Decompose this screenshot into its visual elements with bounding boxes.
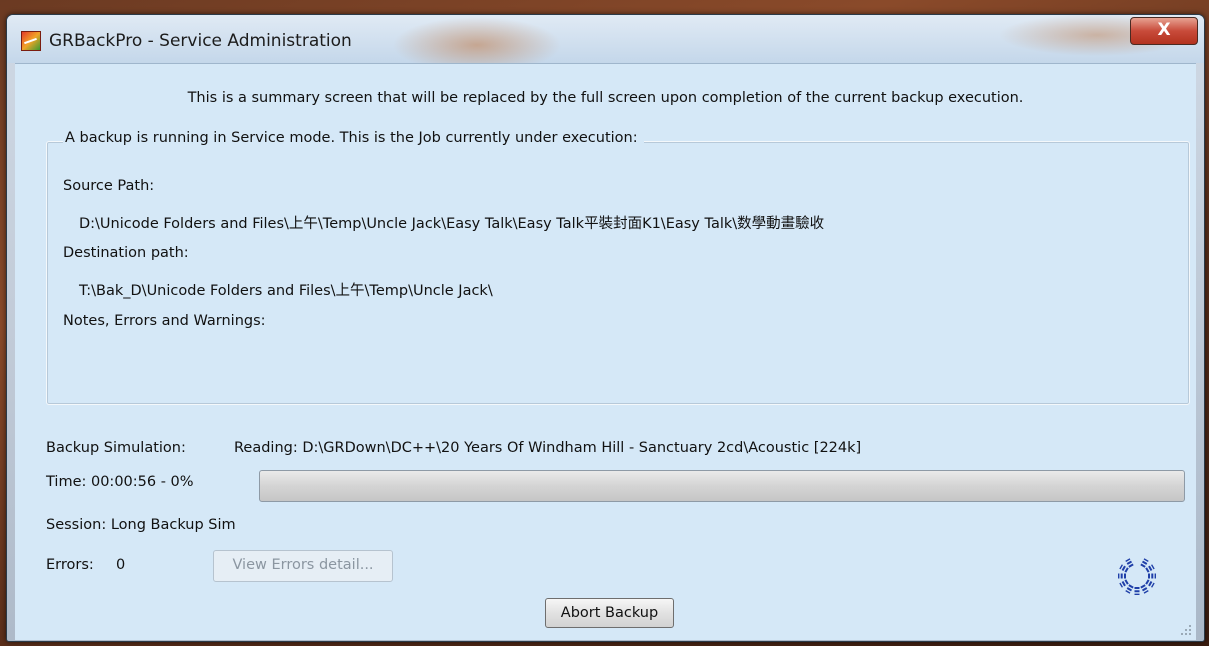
view-errors-button[interactable]: View Errors detail... — [213, 550, 393, 582]
spinner-segment — [1119, 564, 1129, 573]
spinner-segment — [1125, 558, 1134, 568]
job-group-legend: A backup is running in Service mode. Thi… — [63, 130, 644, 146]
job-group-box — [46, 141, 1190, 405]
app-icon — [21, 31, 41, 51]
source-path-value: D:\Unicode Folders and Files\上午\Temp\Unc… — [79, 216, 825, 232]
backup-progress-bar — [259, 470, 1185, 502]
spinner-segment — [1140, 584, 1149, 594]
summary-text: This is a summary screen that will be re… — [187, 90, 1024, 106]
notes-label: Notes, Errors and Warnings: — [63, 313, 266, 329]
time-readout: Time: 00:00:56 - 0% — [46, 474, 194, 490]
source-path-label: Source Path: — [63, 178, 155, 194]
title-bar[interactable]: GRBackPro - Service Administration X — [7, 15, 1204, 63]
dialog-client-area: This is a summary screen that will be re… — [15, 63, 1196, 640]
spinner-segment — [1145, 579, 1155, 588]
spinner-segment — [1119, 579, 1129, 588]
errors-count: 0 — [116, 557, 126, 573]
errors-label: Errors: — [46, 557, 94, 573]
destination-path-label: Destination path: — [63, 245, 189, 261]
resize-grip-icon[interactable] — [1180, 624, 1192, 636]
close-button[interactable]: X — [1130, 17, 1198, 45]
backup-simulation-label: Backup Simulation: — [46, 440, 186, 456]
spinner-segment — [1145, 564, 1155, 573]
destination-path-value: T:\Bak_D\Unicode Folders and Files\上午\Te… — [79, 283, 493, 299]
window-title: GRBackPro - Service Administration — [49, 31, 352, 51]
abort-backup-button[interactable]: Abort Backup — [545, 598, 674, 628]
spinner-segment — [1125, 584, 1134, 594]
app-window: GRBackPro - Service Administration X Thi… — [6, 14, 1205, 642]
busy-spinner-icon — [1115, 554, 1159, 598]
backup-simulation-value: Reading: D:\GRDown\DC++\20 Years Of Wind… — [234, 440, 862, 456]
spinner-segment — [1140, 558, 1149, 568]
session-text: Session: Long Backup Sim — [46, 517, 236, 533]
